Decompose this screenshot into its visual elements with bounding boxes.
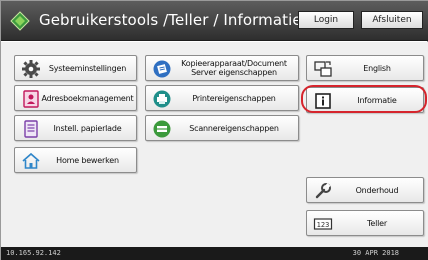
user-tools-screen: Gebruikerstools /Teller / Informatie Log… — [0, 0, 428, 260]
home-icon — [22, 152, 40, 169]
system-settings-label: Systeeminstellingen — [48, 63, 127, 73]
copier-document-server-features-button[interactable]: Kopieerapparaat/Document Server eigensch… — [145, 55, 299, 81]
ip-address: 10.165.92.142 — [6, 249, 61, 257]
maintenance-label: Onderhoud — [355, 185, 399, 195]
copier-document-server-label: Kopieerapparaat/Document Server eigensch… — [181, 59, 287, 77]
counter-icon: 123 — [313, 218, 333, 230]
main-panel: Systeeminstellingen Adresboekmanagement … — [1, 42, 428, 247]
scanner-icon — [153, 120, 171, 138]
counter-button[interactable]: 123 Teller — [306, 210, 424, 236]
copier-icon — [153, 60, 171, 78]
logout-button[interactable]: Afsluiten — [361, 11, 423, 29]
paper-tray-settings-button[interactable]: Instell. papierlade — [14, 115, 137, 141]
paper-tray-label: Instell. papierlade — [53, 123, 122, 133]
informatie-highlight-outline — [301, 85, 427, 113]
edit-home-button[interactable]: Home bewerken — [14, 147, 137, 173]
english-button[interactable]: English — [306, 55, 424, 81]
login-button[interactable]: Login — [298, 11, 354, 29]
wrench-icon — [315, 183, 331, 199]
scanner-features-button[interactable]: Scannereigenschappen — [145, 115, 299, 141]
maintenance-button[interactable]: Onderhoud — [306, 177, 424, 203]
gear-icon — [22, 60, 40, 78]
address-book-label: Adresboekmanagement — [41, 93, 134, 103]
user-tools-icon — [10, 11, 30, 31]
paper-tray-icon — [24, 120, 38, 138]
english-label: English — [363, 63, 391, 73]
status-bar: 10.165.92.142 30 APR 2018 — [1, 247, 428, 260]
edit-home-label: Home bewerken — [56, 155, 119, 165]
address-book-button[interactable]: Adresboekmanagement — [14, 85, 137, 111]
counter-label: Teller — [367, 218, 387, 228]
language-switch-icon — [314, 61, 332, 77]
printer-icon — [153, 90, 171, 108]
system-settings-button[interactable]: Systeeminstellingen — [14, 55, 137, 81]
date-display: 30 APR 2018 — [352, 249, 399, 257]
printer-features-label: Printereigenschappen — [192, 93, 276, 103]
printer-features-button[interactable]: Printereigenschappen — [145, 85, 299, 111]
address-book-icon — [23, 90, 39, 108]
header-bar: Gebruikerstools /Teller / Informatie Log… — [1, 1, 428, 41]
svg-text:123: 123 — [317, 221, 330, 229]
page-title: Gebruikerstools /Teller / Informatie — [39, 11, 302, 29]
scanner-features-label: Scannereigenschappen — [189, 123, 279, 133]
